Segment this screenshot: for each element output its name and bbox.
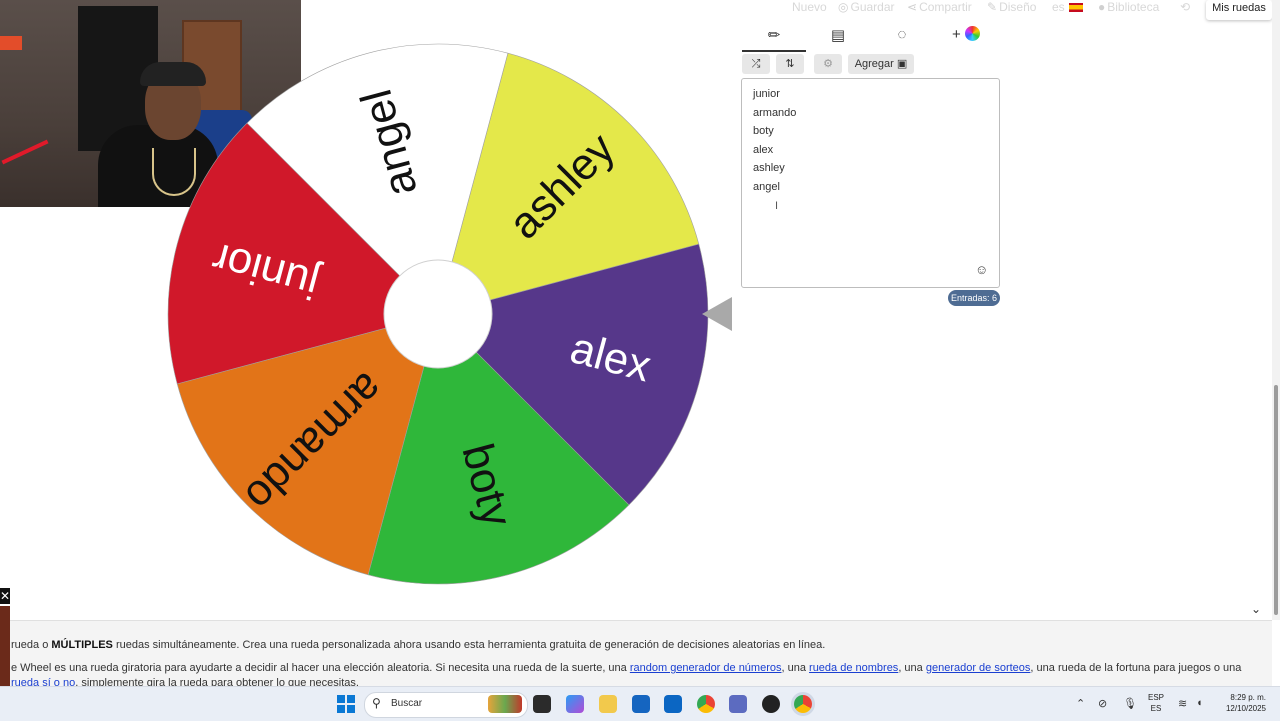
obs-icon[interactable] (762, 695, 780, 713)
search-icon: ⚲ (372, 696, 381, 710)
sort-button[interactable]: ⇅ (776, 54, 804, 74)
add-image-button[interactable]: Agregar ▣ (848, 54, 914, 74)
entries-list: junior armando boty alex ashley angel (742, 79, 999, 196)
eye-off-icon: ◌ (897, 26, 907, 43)
save-icon: ◎ (838, 0, 849, 14)
chrome-active-icon[interactable] (794, 695, 812, 713)
palette-icon: ✎ (987, 0, 998, 14)
advanced-button[interactable]: ⚙ (814, 54, 842, 74)
clipboard-icon: ▤ (830, 27, 846, 44)
pencil-icon: ✏ (767, 27, 781, 44)
tab-hide[interactable]: ◌ (870, 26, 934, 50)
entries-textarea[interactable]: junior armando boty alex ashley angel (741, 78, 1000, 288)
app-icon[interactable] (729, 695, 747, 713)
spain-flag-icon (1068, 3, 1083, 13)
wheel-center[interactable] (383, 259, 493, 369)
taskbar: ⚲ Buscar ⌃ ⊘ 🎙 ESP ES ≋ ◖ 8:29 p. m. 12/10… (0, 686, 1280, 721)
text-cursor-icon: I (775, 200, 779, 212)
chevron-up-icon[interactable]: ⌃ (1076, 697, 1085, 710)
tab-results[interactable]: ▤ (806, 26, 870, 50)
color-wheel-icon (964, 26, 980, 41)
clock[interactable]: 8:29 p. m. 12/10/2025 (1214, 692, 1266, 714)
file-explorer-icon[interactable] (599, 695, 617, 713)
description-panel: rueda o MÚLTIPLES ruedas simultáneamente… (0, 620, 1272, 687)
emoji-icon[interactable]: ☺ (975, 262, 988, 277)
taskbar-search-placeholder: Buscar (391, 698, 423, 709)
nav-share[interactable]: ⋖ Compartir (907, 0, 972, 14)
image-icon: ▣ (896, 58, 908, 70)
nav-save[interactable]: ◎ Guardar (838, 0, 895, 14)
shuffle-button[interactable]: ⤮ (742, 54, 770, 74)
windows-start-icon[interactable] (337, 695, 355, 713)
outlook-icon[interactable] (664, 695, 682, 713)
entry-item: alex (753, 143, 774, 156)
entry-item: angel (753, 180, 780, 193)
nav-library[interactable]: ● Biblioteca (1098, 0, 1159, 14)
webcam-sign (0, 36, 22, 50)
widgets-icon[interactable] (488, 695, 522, 713)
chevron-down-icon[interactable]: ⌄ (1251, 602, 1261, 616)
my-wheels-button[interactable]: Mis ruedas (1206, 0, 1272, 20)
close-icon[interactable]: ✕ (0, 588, 10, 604)
entry-item: boty (753, 125, 774, 137)
gear-icon: ⚙ (823, 58, 833, 70)
chrome-icon[interactable] (697, 695, 715, 713)
language-indicator[interactable]: ESP ES (1148, 692, 1164, 714)
page-scrollbar-thumb[interactable] (1274, 385, 1278, 615)
microphone-icon[interactable]: 🎙 (1123, 697, 1137, 710)
terminal-icon[interactable] (533, 695, 551, 713)
entry-item: armando (753, 106, 797, 119)
editor-toolbar: ⤮ ⇅ ⚙ Agregar ▣ (742, 54, 1000, 76)
globe-icon: ● (1098, 0, 1106, 14)
description-line-1: rueda o MÚLTIPLES ruedas simultáneamente… (11, 639, 826, 651)
link-name-wheel[interactable]: rueda de nombres (809, 662, 898, 674)
tab-edit[interactable]: ✏ (742, 26, 806, 52)
side-widget (0, 606, 10, 686)
link-random-numbers[interactable]: random generador de números (630, 662, 782, 674)
webcam-led-strip (1, 139, 49, 165)
entry-item: ashley (753, 162, 785, 174)
nav-design[interactable]: ✎ Diseño (987, 0, 1036, 14)
top-nav: Nuevo ◎ Guardar ⋖ Compartir ✎ Diseño es ● Bi… (780, 0, 1200, 16)
sort-icon: ⇅ (785, 58, 795, 70)
fullscreen-icon[interactable]: ⟲ (1180, 0, 1190, 14)
wheel[interactable]: ashley alex boty armando junior angel (167, 43, 709, 585)
plus-icon: + (952, 26, 961, 43)
nav-language[interactable]: es (1052, 0, 1083, 14)
network-off-icon[interactable]: ⊘ (1098, 697, 1107, 710)
shuffle-icon: ⤮ (751, 58, 761, 70)
wheel-svg[interactable]: ashleyalexbotyarmandojuniorangel (167, 43, 709, 585)
nav-new[interactable]: Nuevo (792, 0, 827, 14)
store-icon[interactable] (632, 695, 650, 713)
tab-add-wheel[interactable]: + (934, 26, 998, 50)
copilot-icon[interactable] (566, 695, 584, 713)
entry-item: junior (753, 88, 780, 100)
wifi-icon[interactable]: ≋ (1178, 697, 1187, 710)
description-line-2: e Wheel es una rueda giratoria para ayud… (11, 662, 1242, 674)
entries-count-badge: Entradas: 6 (948, 290, 1000, 306)
editor-tabs: ✏ ▤ ◌ + (742, 26, 1000, 52)
link-raffle-generator[interactable]: generador de sorteos (926, 662, 1031, 674)
wheel-pointer-icon (702, 297, 732, 331)
volume-icon[interactable]: ◖ (1196, 697, 1203, 709)
share-icon: ⋖ (907, 0, 918, 14)
